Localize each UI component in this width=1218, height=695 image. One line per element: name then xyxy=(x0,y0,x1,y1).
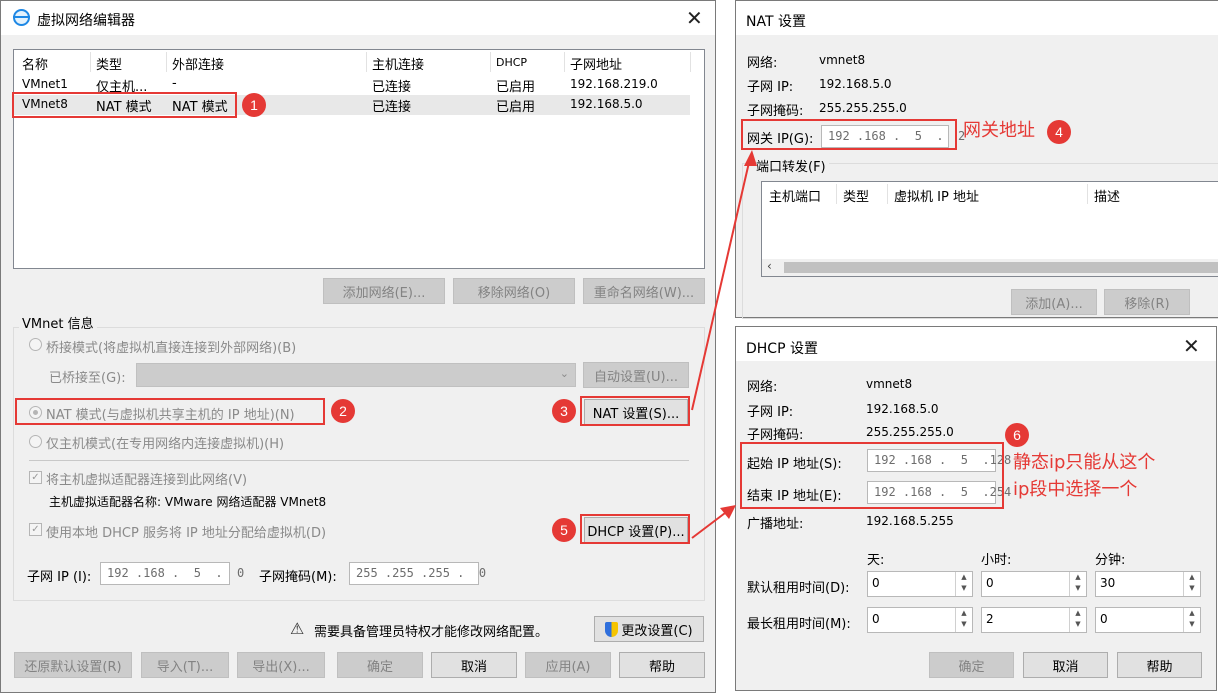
annotation-arrows xyxy=(691,150,757,539)
arrow-head-dhcp xyxy=(720,505,736,519)
arrow-to-dhcp-dialog xyxy=(691,509,730,539)
arrow-to-nat-dialog xyxy=(691,157,751,411)
arrow-head-nat xyxy=(744,150,757,166)
